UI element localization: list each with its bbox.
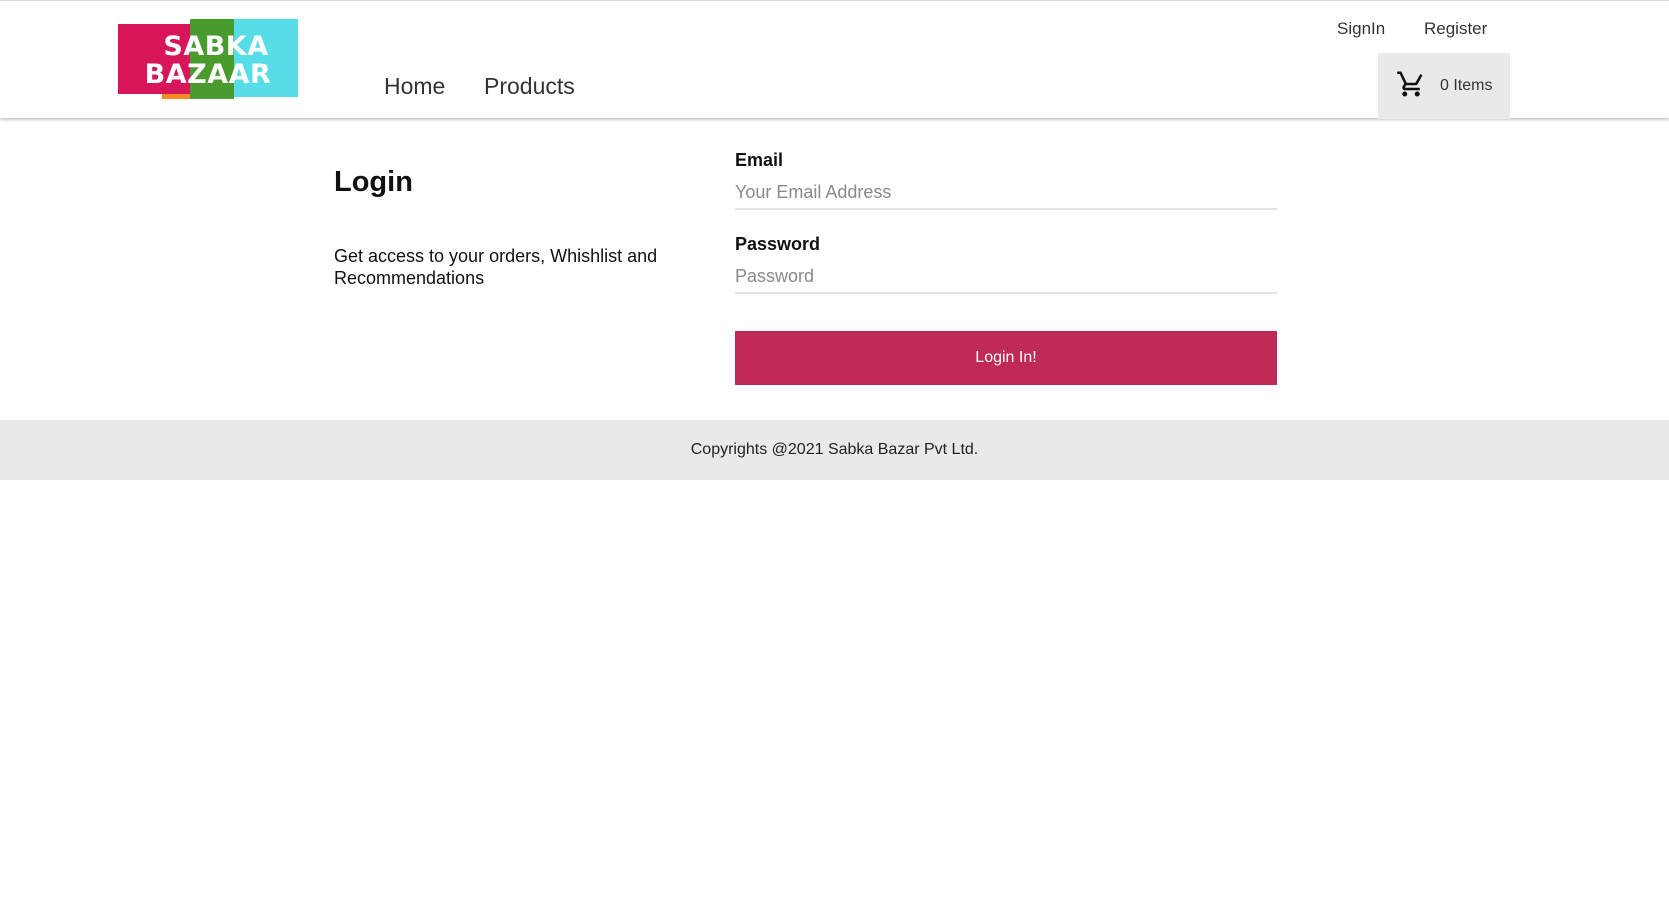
cart-item-count: 0 Items: [1440, 77, 1493, 94]
copyright-text: Copyrights @2021 Sabka Bazar Pvt Ltd.: [690, 441, 979, 458]
email-field[interactable]: [735, 176, 1277, 210]
login-button[interactable]: Login In!: [735, 331, 1277, 385]
cart-button[interactable]: 0 Items: [1378, 53, 1510, 119]
nav-products-link[interactable]: Products: [484, 73, 575, 100]
login-description: Get access to your orders, Whishlist and…: [334, 246, 658, 288]
password-field[interactable]: [735, 260, 1277, 294]
password-label: Password: [735, 234, 821, 254]
site-footer: Copyrights @2021 Sabka Bazar Pvt Ltd.: [0, 420, 1669, 480]
site-header: SABKA BAZAAR Home Products SignIn Regist…: [0, 0, 1669, 119]
sabka-bazaar-logo[interactable]: SABKA BAZAAR: [118, 19, 298, 101]
nav-home-link[interactable]: Home: [384, 73, 445, 100]
logo-text-line2: BAZAAR: [144, 59, 272, 90]
page-title: Login: [334, 166, 413, 198]
email-label: Email: [735, 150, 784, 170]
signin-link[interactable]: SignIn: [1337, 19, 1385, 39]
logo-text-line1: SABKA: [163, 31, 269, 62]
shopping-cart-icon: [1396, 69, 1426, 104]
register-link[interactable]: Register: [1424, 19, 1487, 39]
